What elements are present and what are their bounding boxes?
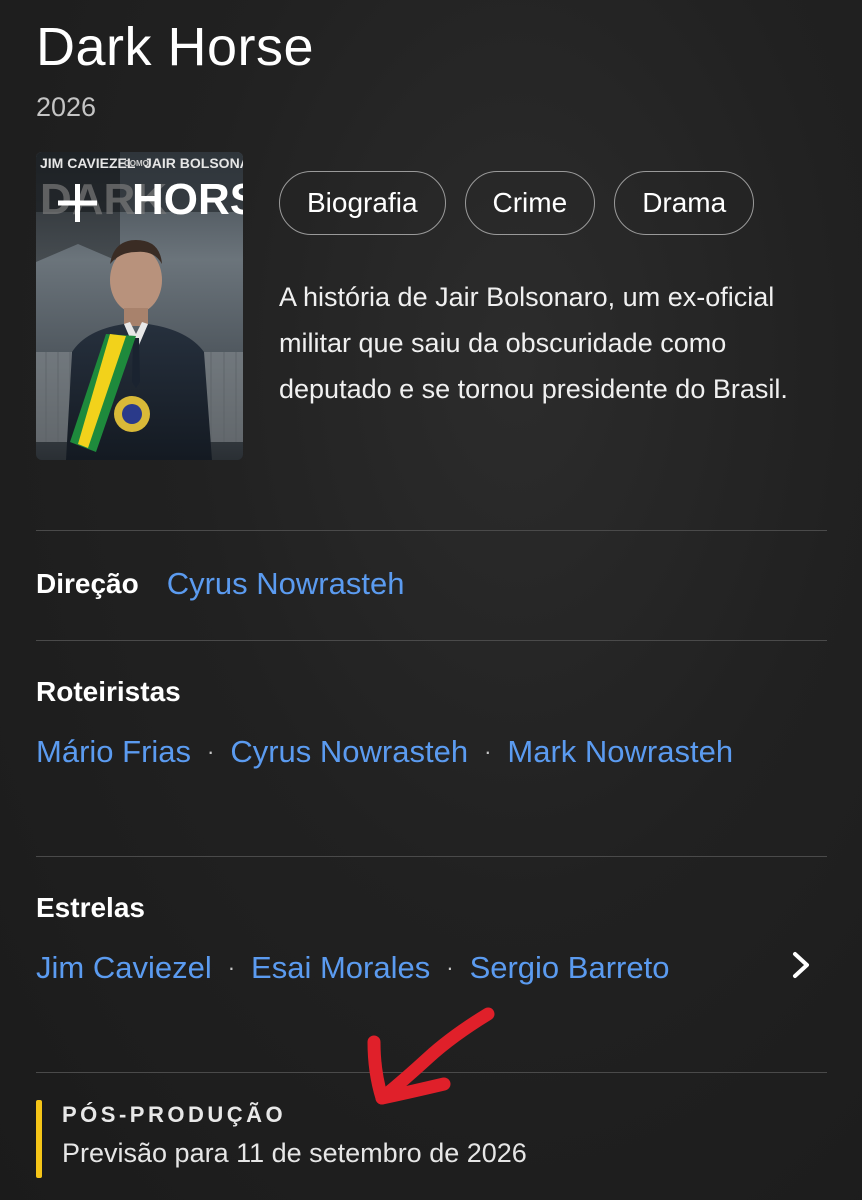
separator-dot: · (484, 739, 492, 764)
writer-link[interactable]: Mário Frias (36, 734, 191, 769)
director-link[interactable]: Cyrus Nowrasteh (167, 566, 405, 602)
plot-summary: A história de Jair Bolsonaro, um ex-ofic… (279, 282, 788, 404)
status-accent-bar (36, 1100, 42, 1178)
annotation-arrow-icon (367, 1007, 495, 1105)
status-title: PÓS-PRODUÇÃO (62, 1102, 287, 1127)
plus-icon (58, 184, 97, 222)
writer-link[interactable]: Cyrus Nowrasteh (230, 734, 468, 769)
separator-dot: · (207, 739, 215, 764)
separator-dot: · (227, 955, 236, 980)
status-release-estimate: Previsão para 11 de setembro de 2026 (62, 1138, 527, 1168)
poster-title-horse: HORSE (132, 175, 243, 224)
poster-role-text: JAIR BOLSONARO (144, 155, 243, 171)
stars-more-button[interactable] (788, 950, 814, 980)
release-year: 2026 (36, 92, 97, 122)
separator-dot: · (446, 955, 454, 980)
direction-label: Direção (36, 568, 139, 599)
genre-chips: Biografia Crime Drama (279, 171, 755, 235)
divider (36, 640, 827, 641)
writer-link[interactable]: Mark Nowrasteh (507, 734, 733, 769)
title-detail-page: Dark Horse 2026 JIM CAVIEZEL COMO JAIR B… (0, 0, 862, 1200)
star-link[interactable]: Esai Morales (251, 950, 430, 985)
writers-label: Roteiristas (36, 676, 181, 707)
star-link[interactable]: Jim Caviezel (36, 950, 212, 985)
movie-poster[interactable]: JIM CAVIEZEL COMO JAIR BOLSONARO DARK HO… (36, 152, 243, 460)
stars-list: Jim Caviezel · Esai Morales · Sergio Barreto (36, 940, 756, 1001)
genre-chip-drama[interactable]: Drama (614, 171, 755, 235)
divider (36, 856, 827, 857)
divider (36, 530, 827, 531)
page-title: Dark Horse (36, 17, 315, 77)
add-to-watchlist-button[interactable] (36, 152, 120, 262)
genre-chip-crime[interactable]: Crime (464, 171, 596, 235)
direction-row: Direção Cyrus Nowrasteh (36, 566, 404, 602)
writers-list: Mário Frias · Cyrus Nowrasteh · Mark Nowrast… (36, 724, 756, 785)
chevron-right-icon (793, 952, 809, 978)
genre-chip-biografia[interactable]: Biografia (279, 171, 446, 235)
stars-label: Estrelas (36, 892, 145, 923)
star-link[interactable]: Sergio Barreto (470, 950, 670, 985)
